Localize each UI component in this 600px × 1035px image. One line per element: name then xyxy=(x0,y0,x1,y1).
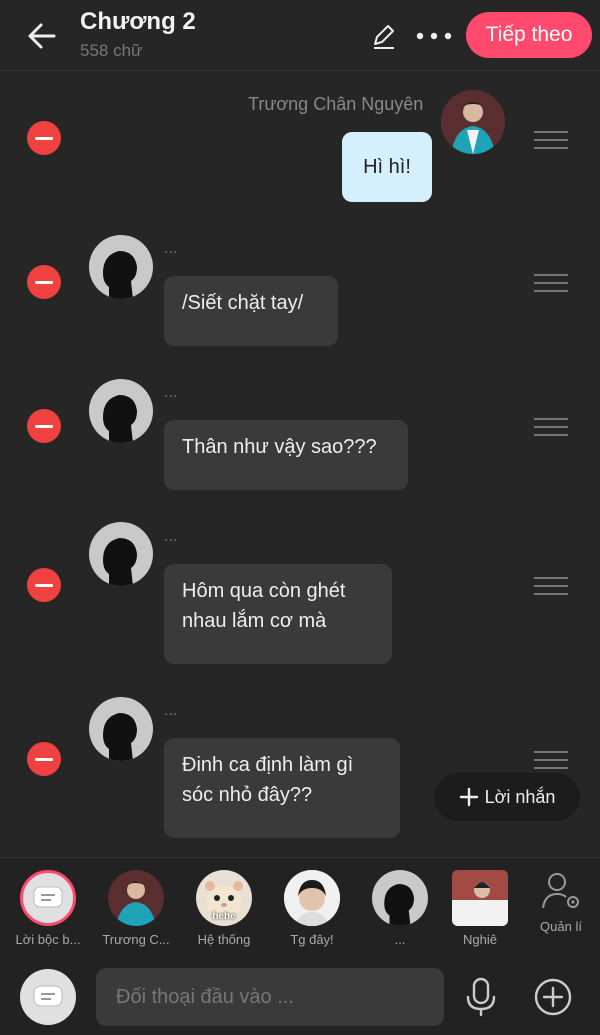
message-sender-name: ... xyxy=(164,384,178,401)
silhouette-avatar[interactable] xyxy=(89,379,153,443)
composer-bar: Đối thoại đầu vào ... xyxy=(0,957,600,1035)
character-label: ... xyxy=(394,932,406,947)
character-system[interactable]: hehe Hệ thống xyxy=(184,870,264,947)
drag-handle-icon[interactable] xyxy=(534,274,568,292)
remove-message-button[interactable] xyxy=(27,742,61,776)
message-bubble[interactable]: Đinh ca định làm gì sóc nhỏ đây?? xyxy=(164,738,400,838)
remove-message-button[interactable] xyxy=(27,568,61,602)
character-label: Tg đây! xyxy=(290,932,334,947)
character-author[interactable]: Tg đây! xyxy=(272,870,352,947)
character-narration[interactable]: Lời bộc b... xyxy=(8,870,88,947)
remove-message-button[interactable] xyxy=(27,121,61,155)
drag-handle-icon[interactable] xyxy=(534,751,568,769)
character-truong[interactable]: Trương C... xyxy=(96,870,176,947)
add-note-button[interactable]: Lời nhắn xyxy=(434,773,580,821)
character-label: Lời bộc b... xyxy=(15,932,81,947)
message-sender-name: Trương Chân Nguyên xyxy=(248,94,424,114)
character-label: Quản lí xyxy=(540,919,582,934)
back-arrow-icon[interactable] xyxy=(24,18,60,54)
word-count: 558 chữ xyxy=(80,41,143,60)
character-label: Trương C... xyxy=(102,932,170,947)
boy-avatar xyxy=(284,870,340,926)
message-bubble[interactable]: /Siết chặt tay/ xyxy=(164,276,338,346)
message-sender-name: ... xyxy=(164,528,178,545)
microphone-icon[interactable] xyxy=(462,977,500,1017)
remove-message-button[interactable] xyxy=(27,265,61,299)
next-button[interactable]: Tiếp theo xyxy=(466,12,592,58)
manage-characters-button[interactable]: Quản lí xyxy=(521,870,600,934)
sender-avatar[interactable] xyxy=(441,90,505,154)
narration-toggle-button[interactable] xyxy=(20,969,76,1025)
dialogue-input[interactable]: Đối thoại đầu vào ... xyxy=(96,968,444,1026)
add-note-label: Lời nhắn xyxy=(484,786,556,807)
character-nghiem[interactable]: Nghiê xyxy=(440,870,520,947)
character-unknown[interactable]: ... xyxy=(360,870,440,947)
character-selector: Lời bộc b... Trương C... hehe Hệ thống T… xyxy=(0,857,600,958)
drag-handle-icon[interactable] xyxy=(534,418,568,436)
chat-bubble-icon xyxy=(33,985,63,1007)
edit-pencil-icon[interactable] xyxy=(370,22,398,50)
silhouette-avatar[interactable] xyxy=(89,235,153,299)
plus-icon xyxy=(459,787,478,807)
top-bar: Chương 2 558 chữ Tiếp theo xyxy=(0,0,600,71)
message-sender-name: ... xyxy=(164,702,178,719)
message-sender-name: ... xyxy=(164,240,178,257)
teal-jacket-avatar xyxy=(108,870,164,926)
silhouette-avatar[interactable] xyxy=(89,522,153,586)
character-label: Hệ thống xyxy=(197,932,251,947)
more-options-icon[interactable] xyxy=(414,22,454,50)
silhouette-avatar xyxy=(372,870,428,926)
remove-message-button[interactable] xyxy=(27,409,61,443)
hamster-avatar: hehe xyxy=(196,870,252,926)
narration-icon xyxy=(20,870,76,926)
silhouette-avatar[interactable] xyxy=(89,697,153,761)
sticker-text: hehe xyxy=(212,911,236,922)
chapter-title: Chương 2 xyxy=(80,8,196,35)
message-bubble[interactable]: Hôm qua còn ghét nhau lắm cơ mà xyxy=(164,564,392,664)
white-shirt-avatar xyxy=(452,870,508,926)
drag-handle-icon[interactable] xyxy=(534,131,568,149)
user-gear-icon xyxy=(542,873,579,909)
message-bubble[interactable]: Hì hì! xyxy=(342,132,432,202)
drag-handle-icon[interactable] xyxy=(534,577,568,595)
message-bubble[interactable]: Thân như vậy sao??? xyxy=(164,420,408,490)
character-label: Nghiê xyxy=(463,932,497,947)
add-circle-icon[interactable] xyxy=(533,977,573,1017)
